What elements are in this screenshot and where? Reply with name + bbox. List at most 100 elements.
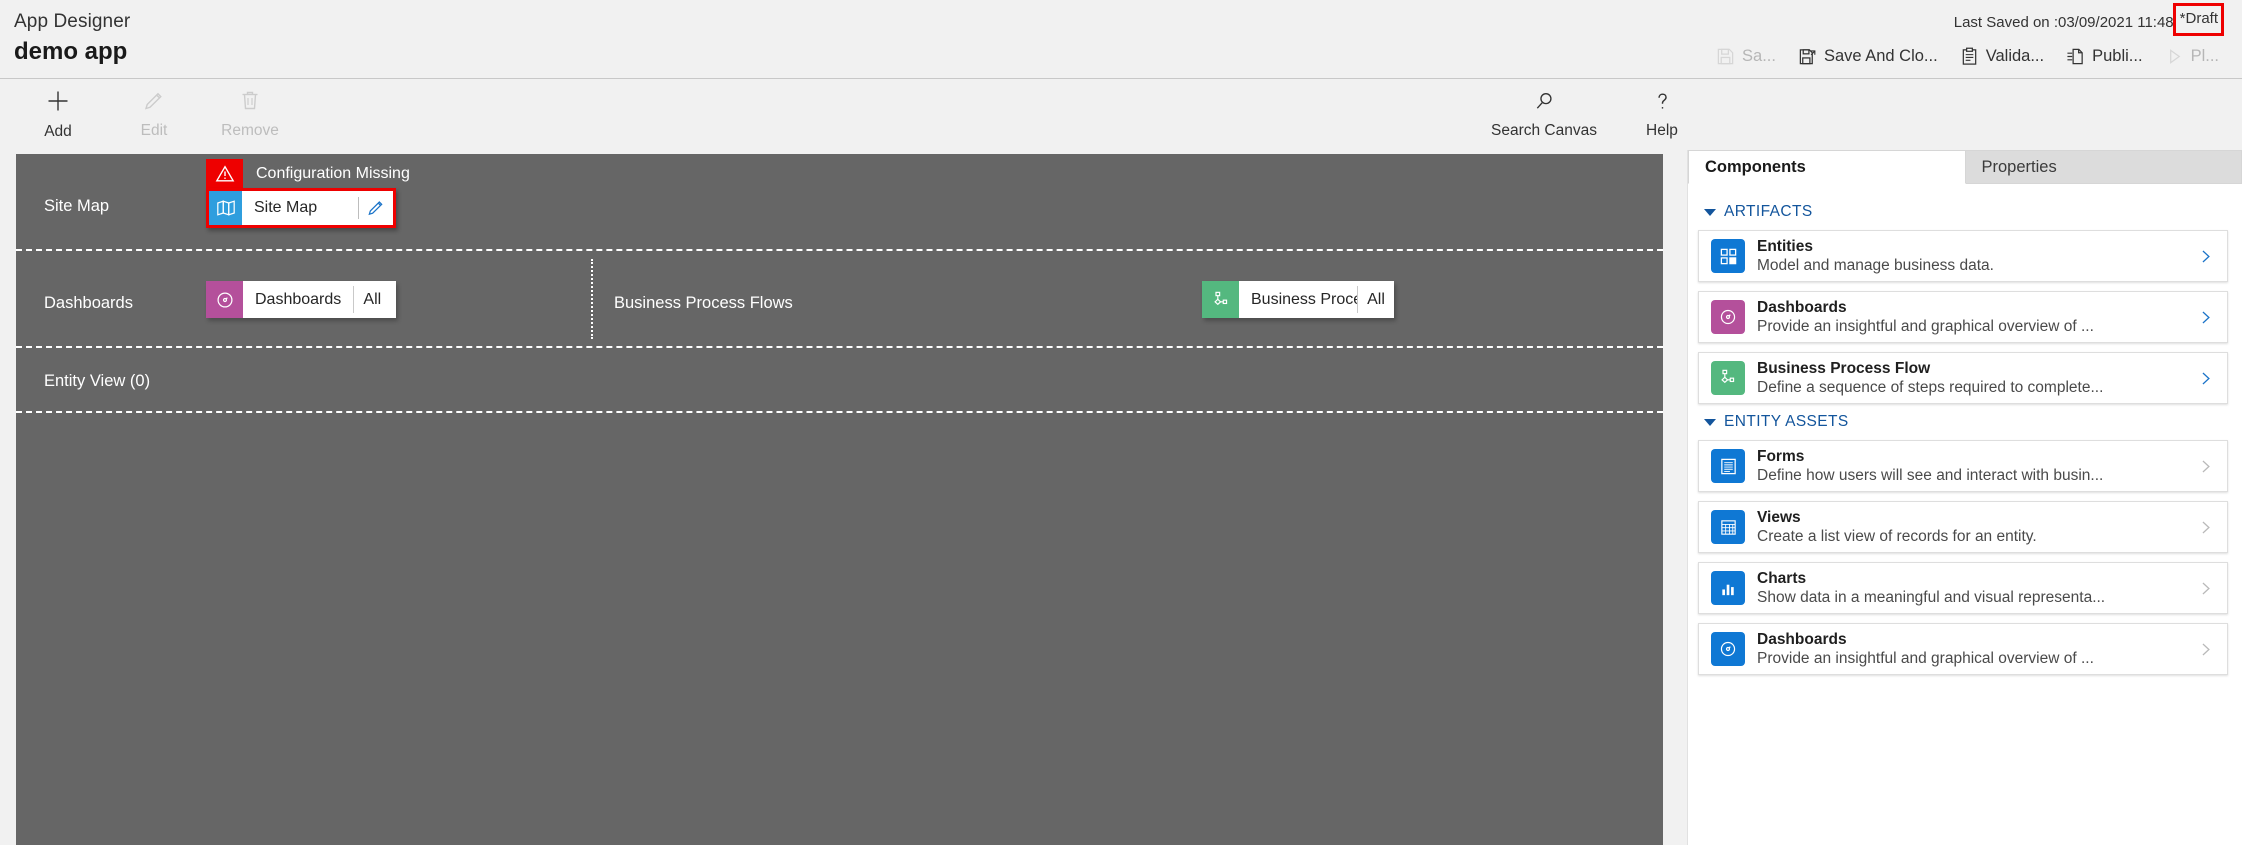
business-process-flow-tile-label: Business Proces... (1251, 290, 1357, 308)
validate-icon (1960, 47, 1979, 66)
component-card-charts[interactable]: Charts Show data in a meaningful and vis… (1698, 562, 2228, 614)
tab-properties[interactable]: Properties (1965, 150, 2242, 184)
warning-triangle-icon (206, 159, 243, 188)
remove-button[interactable]: Remove (202, 86, 298, 142)
card-title: Views (1757, 508, 1801, 526)
card-subtitle: Show data in a meaningful and visual rep… (1757, 588, 2106, 606)
chevron-right-icon[interactable] (2192, 370, 2218, 387)
component-card-business-process-flow[interactable]: Business Process Flow Define a sequence … (1698, 352, 2228, 404)
dashboards-tile-scope[interactable]: All (354, 281, 390, 318)
card-text: Dashboards Provide an insightful and gra… (1745, 630, 2192, 669)
card-title: Entities (1757, 237, 1813, 255)
panel-body: ARTIFACTS Entities Model and manage busi… (1688, 184, 2242, 675)
save-label: Sa... (1742, 46, 1776, 65)
publish-icon (2066, 47, 2085, 66)
card-title: Business Process Flow (1757, 359, 1931, 377)
card-text: Forms Define how users will see and inte… (1745, 447, 2192, 486)
card-title: Dashboards (1757, 630, 1847, 648)
card-subtitle: Provide an insightful and graphical over… (1757, 317, 2094, 335)
component-card-dashboards-artifacts[interactable]: Dashboards Provide an insightful and gra… (1698, 291, 2228, 343)
canvas-row-dashboards-label: Dashboards (44, 294, 133, 312)
play-button[interactable]: Pl... (2154, 41, 2230, 71)
card-subtitle: Create a list view of records for an ent… (1757, 527, 2037, 545)
views-grid-icon (1711, 510, 1745, 544)
canvas-row-dashboards[interactable]: Dashboards Dashboards All Business Proce… (16, 251, 1663, 348)
trash-icon (238, 89, 262, 118)
save-icon (1716, 47, 1735, 66)
app-canvas[interactable]: Site Map Configuration Missing Site Map … (16, 154, 1663, 845)
chevron-right-icon[interactable] (2192, 309, 2218, 326)
component-card-forms[interactable]: Forms Define how users will see and inte… (1698, 440, 2228, 492)
component-card-dashboards-entity-assets[interactable]: Dashboards Provide an insightful and gra… (1698, 623, 2228, 675)
save-and-close-icon (1798, 47, 1817, 66)
business-process-flow-tile[interactable]: Business Proces... All (1202, 281, 1394, 318)
entities-icon (1711, 239, 1745, 273)
play-icon (2165, 47, 2184, 66)
process-flow-icon (1711, 361, 1745, 395)
canvas-row-bpf-label: Business Process Flows (614, 294, 793, 312)
chevron-down-icon (1704, 208, 1716, 216)
save-status-area: Last Saved on :03/09/2021 11:48 *Draft (1953, 3, 2224, 36)
search-canvas-button[interactable]: Search Canvas (1474, 86, 1614, 142)
publish-button[interactable]: Publi... (2055, 41, 2153, 71)
save-button[interactable]: Sa... (1705, 41, 1787, 71)
command-bar: Sa... Save And Clo... Valida... Publi...… (1705, 40, 2230, 72)
canvas-row-sitemap-label: Site Map (44, 197, 110, 215)
card-text: Entities Model and manage business data. (1745, 237, 2192, 276)
group-header-artifacts[interactable]: ARTIFACTS (1704, 203, 2228, 221)
tab-components[interactable]: Components (1688, 150, 1966, 184)
canvas-row-sitemap[interactable]: Site Map Configuration Missing Site Map (16, 154, 1663, 251)
last-saved-text: Last Saved on :03/09/2021 11:48 (1953, 13, 2174, 31)
pencil-icon (142, 89, 166, 118)
card-text: Charts Show data in a meaningful and vis… (1745, 569, 2192, 608)
edit-button[interactable]: Edit (106, 86, 202, 142)
canvas-vertical-divider (591, 259, 593, 339)
sitemap-edit-icon[interactable] (359, 191, 393, 225)
business-process-flow-tile-scope[interactable]: All (1358, 281, 1394, 318)
group-header-artifacts-label: ARTIFACTS (1724, 203, 1813, 220)
right-panel: Components Properties ARTIFACTS Entities… (1687, 150, 2242, 845)
card-title: Dashboards (1757, 298, 1847, 316)
chevron-right-icon[interactable] (2192, 458, 2218, 475)
component-card-entities[interactable]: Entities Model and manage business data. (1698, 230, 2228, 282)
chevron-right-icon[interactable] (2192, 580, 2218, 597)
validate-label: Valida... (1985, 46, 2045, 65)
save-and-close-button[interactable]: Save And Clo... (1787, 41, 1949, 71)
validate-button[interactable]: Valida... (1949, 41, 2055, 71)
search-canvas-label: Search Canvas (1491, 121, 1597, 139)
dashboards-tile-label: Dashboards (255, 290, 342, 308)
group-header-entity-assets[interactable]: ENTITY ASSETS (1704, 413, 2228, 431)
card-text: Views Create a list view of records for … (1745, 508, 2192, 547)
sitemap-warning-banner: Configuration Missing (206, 159, 410, 188)
canvas-row-entity-view-label: Entity View (0) (44, 372, 151, 390)
search-icon (1533, 90, 1556, 118)
app-designer-window: App Designer demo app Last Saved on :03/… (0, 0, 2242, 845)
card-subtitle: Model and manage business data. (1757, 256, 1994, 274)
save-and-close-label: Save And Clo... (1823, 46, 1938, 65)
help-button[interactable]: Help (1614, 86, 1710, 142)
dashboard-gauge-icon (206, 281, 243, 318)
canvas-empty-area[interactable] (16, 413, 1663, 843)
dashboards-tile[interactable]: Dashboards All (206, 281, 396, 318)
add-button[interactable]: Add (10, 86, 106, 142)
product-label: App Designer (14, 11, 131, 32)
card-title: Charts (1757, 569, 1807, 587)
help-label: Help (1646, 121, 1678, 139)
sitemap-tile[interactable]: Site Map (206, 188, 396, 228)
card-subtitle: Provide an insightful and graphical over… (1757, 649, 2094, 667)
play-label: Pl... (2190, 46, 2219, 65)
header-titles: App Designer demo app (14, 10, 130, 68)
canvas-row-entity-view[interactable]: Entity View (0) (16, 348, 1663, 413)
plus-icon (45, 88, 71, 119)
component-card-views[interactable]: Views Create a list view of records for … (1698, 501, 2228, 553)
chevron-right-icon[interactable] (2192, 519, 2218, 536)
add-label: Add (44, 123, 72, 140)
page-title: demo app (14, 38, 128, 65)
chevron-right-icon[interactable] (2192, 641, 2218, 658)
remove-label: Remove (221, 122, 279, 139)
status-badge: *Draft (2179, 10, 2218, 27)
publish-label: Publi... (2092, 46, 2143, 65)
toolbar-left-group: Add Edit Remove (10, 86, 298, 142)
chevron-right-icon[interactable] (2192, 248, 2218, 265)
card-subtitle: Define how users will see and interact w… (1757, 466, 2104, 484)
